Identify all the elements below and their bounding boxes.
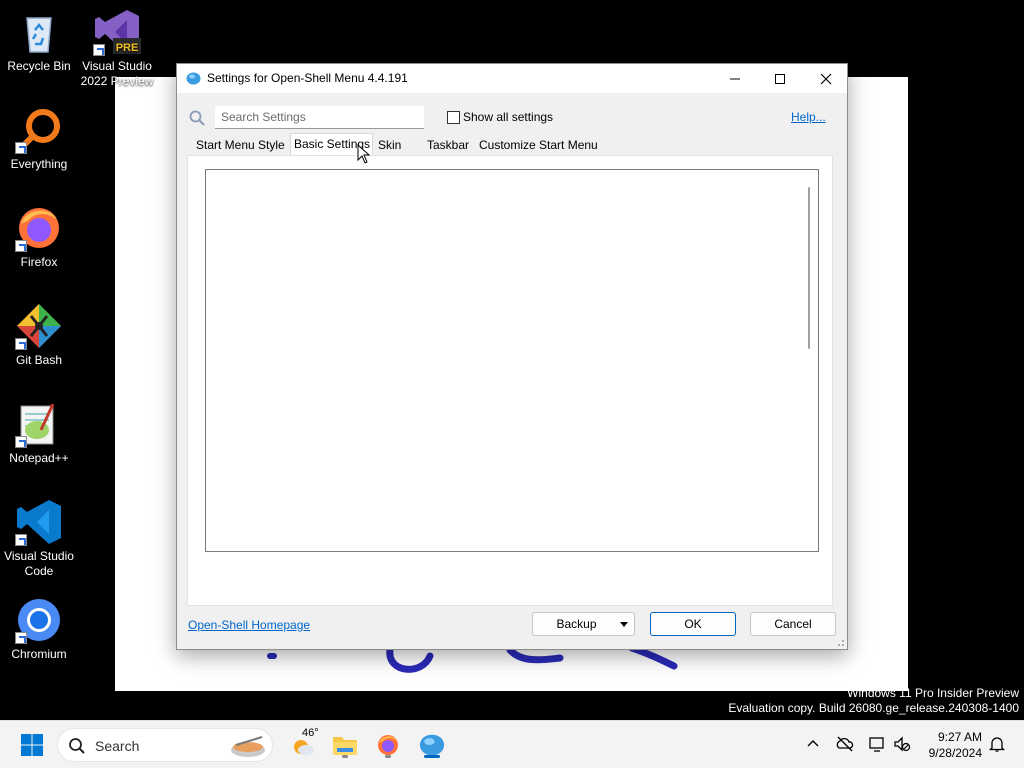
open-shell-homepage-link[interactable]: Open-Shell Homepage [188,618,310,632]
recycle-bin-icon [15,8,63,56]
show-all-settings-checkbox[interactable]: Show all settings [447,110,553,124]
search-highlight-icon [231,736,265,757]
firefox-icon [15,204,63,252]
taskbar-file-explorer[interactable] [329,729,361,761]
everything-icon [15,106,63,154]
desktop-icon-label: Git Bash [15,353,63,367]
ok-button-label: OK [684,617,702,631]
desktop: Recycle Bin PRE Visual Studio 2022 Previ… [0,0,1024,768]
desktop-icon-label: Visual Studio Code [4,549,74,578]
start-button[interactable] [16,729,48,761]
running-indicator [385,755,391,758]
windows-logo-icon [21,734,43,756]
chevron-up-icon[interactable] [804,735,822,753]
shortcut-arrow-icon [15,338,27,350]
tab-panel [187,155,833,606]
open-shell-icon [186,72,201,85]
desktop-icon-notepad-plus-plus[interactable]: Notepad++ [0,400,78,466]
svg-text:PRE: PRE [116,42,139,54]
backup-button-label: Backup [556,617,597,631]
settings-tree[interactable] [205,169,819,552]
clock-time: 9:27 AM [937,730,982,744]
search-settings-input[interactable] [215,106,424,129]
tab-taskbar[interactable]: Taskbar [427,136,469,156]
maximize-button[interactable] [757,64,803,93]
checkbox-box[interactable] [447,110,460,124]
minimize-icon [730,78,740,79]
scrollbar-thumb[interactable] [808,187,810,349]
close-button[interactable] [803,64,849,93]
desktop-icon-git-bash[interactable]: Git Bash [0,302,78,368]
network-icon[interactable] [868,735,886,753]
visual-studio-code-icon [15,498,63,546]
resize-grip-icon[interactable] [835,637,845,647]
desktop-icon-everything[interactable]: Everything [0,106,78,172]
desktop-icon-visual-studio-code[interactable]: Visual Studio Code [0,498,78,579]
tab-skin[interactable]: Skin [378,136,401,156]
desktop-icon-label: Chromium [11,647,67,661]
windows-watermark: Windows 11 Pro Insider Preview Evaluatio… [728,686,1019,716]
system-clock[interactable]: 9:27 AM 9/28/2024 [912,729,982,761]
clock-date: 9/28/2024 [928,746,982,760]
shortcut-arrow-icon [93,44,105,56]
chromium-icon [15,596,63,644]
file-explorer-icon [333,737,357,755]
running-indicator [342,755,348,758]
desktop-icon-label: Firefox [20,255,58,269]
volume-muted-icon[interactable] [893,735,911,753]
taskbar-search-label: Search [95,738,140,754]
visual-studio-preview-icon: PRE [93,8,141,56]
cancel-button-label: Cancel [774,617,812,631]
maximize-icon [775,73,785,84]
watermark-edition: Windows 11 Pro Insider Preview [847,686,1019,700]
minimize-button[interactable] [712,64,758,93]
taskbar-firefox[interactable] [372,729,404,761]
shortcut-arrow-icon [15,632,27,644]
cancel-button[interactable]: Cancel [750,612,836,636]
weather-widget[interactable]: 46° [285,727,321,761]
ok-button[interactable]: OK [650,612,736,636]
mouse-cursor-icon [357,144,371,164]
shortcut-arrow-icon [15,240,27,252]
backup-button[interactable]: Backup [532,612,635,636]
desktop-icon-visual-studio-2022-preview[interactable]: PRE Visual Studio 2022 Preview [78,8,156,89]
shortcut-arrow-icon [15,534,27,546]
weather-temperature: 46° [302,727,319,739]
tab-customize-start-menu[interactable]: Customize Start Menu [479,136,598,156]
desktop-icon-recycle-bin[interactable]: Recycle Bin [0,8,78,74]
notification-bell-icon[interactable] [988,735,1006,753]
active-indicator [424,755,440,758]
show-all-settings-label: Show all settings [463,110,554,124]
notepad-plus-plus-icon [15,400,63,448]
git-bash-icon [15,302,63,350]
watermark-build: Evaluation copy. Build 26080.ge_release.… [728,701,1019,715]
taskbar: Search 46° 9:27 AM 9/28/2024 [0,720,1024,768]
desktop-icon-chromium[interactable]: Chromium [0,596,78,662]
desktop-icon-label: Recycle Bin [7,59,71,73]
desktop-icon-firefox[interactable]: Firefox [0,204,78,270]
search-icon [189,110,205,126]
settings-dialog: Settings for Open-Shell Menu 4.4.191 Sho… [176,63,848,650]
desktop-icon-label: Visual Studio 2022 Preview [80,59,154,88]
tab-start-menu-style[interactable]: Start Menu Style [196,136,285,156]
open-shell-icon [419,734,445,756]
onedrive-offline-icon[interactable] [836,735,854,753]
firefox-icon [378,735,398,755]
search-icon [69,738,85,754]
dropdown-caret-icon [620,622,628,627]
taskbar-open-shell[interactable] [416,729,448,761]
shortcut-arrow-icon [15,436,27,448]
close-icon [820,73,832,84]
window-title: Settings for Open-Shell Menu 4.4.191 [207,71,408,85]
shortcut-arrow-icon [15,142,27,154]
taskbar-search-box[interactable]: Search [57,728,273,762]
help-link[interactable]: Help... [791,110,826,124]
desktop-icon-label: Everything [10,157,68,171]
title-bar[interactable]: Settings for Open-Shell Menu 4.4.191 [177,64,847,93]
desktop-icon-label: Notepad++ [9,451,69,465]
